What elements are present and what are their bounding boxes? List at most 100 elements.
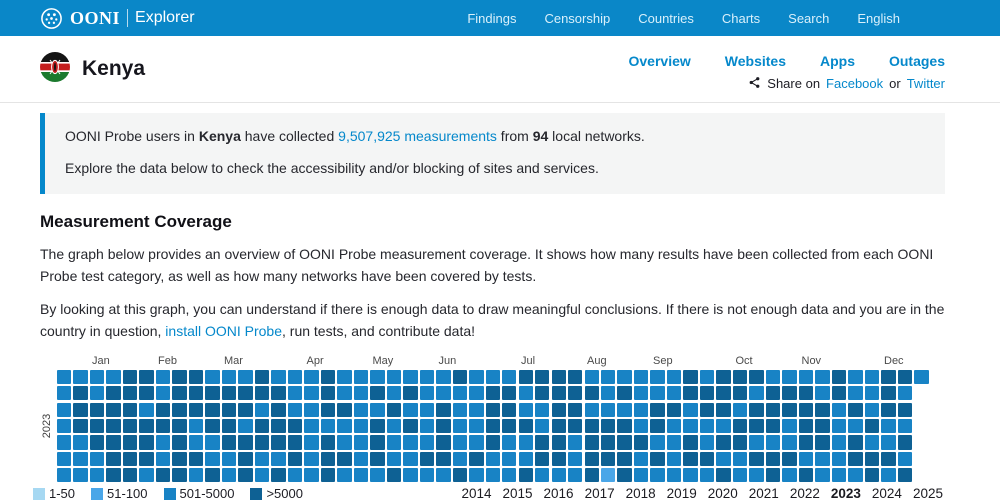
heatmap-cell[interactable] [73, 402, 88, 417]
heatmap-cell[interactable] [881, 468, 896, 483]
heatmap-cell[interactable] [271, 418, 286, 434]
heatmap-cell[interactable] [584, 451, 599, 466]
heatmap-cell[interactable] [188, 369, 204, 385]
heatmap-cell[interactable] [633, 369, 649, 385]
share-twitter-link[interactable]: Twitter [907, 76, 945, 91]
heatmap-cell[interactable] [535, 402, 550, 417]
year-option-2018[interactable]: 2018 [626, 486, 656, 501]
heatmap-cell[interactable] [584, 386, 599, 401]
heatmap-cell[interactable] [502, 468, 517, 483]
heatmap-cell[interactable] [73, 418, 88, 434]
heatmap-cell[interactable] [139, 369, 154, 385]
heatmap-cell[interactable] [881, 418, 896, 434]
heatmap-cell[interactable] [485, 418, 500, 434]
heatmap-cell[interactable] [864, 451, 880, 466]
heatmap-cell[interactable] [106, 386, 121, 401]
heatmap-cell[interactable] [699, 386, 715, 401]
heatmap-cell[interactable] [881, 369, 896, 385]
heatmap-cell[interactable] [716, 386, 731, 401]
heatmap-cell[interactable] [304, 451, 319, 466]
heatmap-cell[interactable] [386, 468, 402, 483]
heatmap-cell[interactable] [485, 468, 500, 483]
heatmap-cell[interactable] [155, 386, 171, 401]
heatmap-cell[interactable] [518, 435, 533, 450]
heatmap-cell[interactable] [782, 402, 797, 417]
heatmap-cell[interactable] [485, 402, 500, 417]
heatmap-cell[interactable] [271, 435, 286, 450]
heatmap-cell[interactable] [617, 435, 632, 450]
heatmap-cell[interactable] [89, 435, 105, 450]
heatmap-cell[interactable] [617, 386, 632, 401]
heatmap-cell[interactable] [254, 451, 270, 466]
heatmap-cell[interactable] [89, 402, 105, 417]
heatmap-cell[interactable] [57, 402, 72, 417]
heatmap-cell[interactable] [238, 369, 253, 385]
heatmap-cell[interactable] [436, 435, 451, 450]
heatmap-cell[interactable] [370, 468, 385, 483]
heatmap-cell[interactable] [287, 369, 303, 385]
heatmap-cell[interactable] [320, 435, 336, 450]
heatmap-cell[interactable] [650, 418, 665, 434]
heatmap-cell[interactable] [568, 386, 583, 401]
heatmap-cell[interactable] [666, 402, 682, 417]
heatmap-cell[interactable] [205, 402, 220, 417]
heatmap-cell[interactable] [386, 369, 402, 385]
heatmap-cell[interactable] [452, 435, 468, 450]
heatmap-cell[interactable] [848, 402, 863, 417]
heatmap-cell[interactable] [320, 386, 336, 401]
heatmap-cell[interactable] [57, 386, 72, 401]
year-option-2015[interactable]: 2015 [502, 486, 532, 501]
heatmap-cell[interactable] [782, 386, 797, 401]
heatmap-cell[interactable] [732, 451, 748, 466]
heatmap-cell[interactable] [699, 369, 715, 385]
heatmap-cell[interactable] [815, 468, 830, 483]
heatmap-cell[interactable] [633, 468, 649, 483]
heatmap-cell[interactable] [370, 369, 385, 385]
heatmap-cell[interactable] [864, 468, 880, 483]
heatmap-cell[interactable] [502, 418, 517, 434]
heatmap-cell[interactable] [897, 418, 913, 434]
heatmap-cell[interactable] [155, 468, 171, 483]
heatmap-cell[interactable] [155, 402, 171, 417]
heatmap-cell[interactable] [287, 418, 303, 434]
heatmap-cell[interactable] [716, 468, 731, 483]
heatmap-cell[interactable] [584, 435, 599, 450]
heatmap-cell[interactable] [831, 468, 847, 483]
heatmap-cell[interactable] [568, 451, 583, 466]
heatmap-cell[interactable] [633, 435, 649, 450]
heatmap-cell[interactable] [881, 402, 896, 417]
heatmap-cell[interactable] [106, 369, 121, 385]
year-option-2025[interactable]: 2025 [913, 486, 943, 501]
heatmap-cell[interactable] [122, 369, 138, 385]
heatmap-cell[interactable] [419, 386, 435, 401]
heatmap-cell[interactable] [238, 468, 253, 483]
heatmap-cell[interactable] [386, 451, 402, 466]
heatmap-cell[interactable] [320, 451, 336, 466]
heatmap-cell[interactable] [436, 402, 451, 417]
heatmap-cell[interactable] [304, 386, 319, 401]
heatmap-cell[interactable] [666, 451, 682, 466]
heatmap-cell[interactable] [370, 386, 385, 401]
heatmap-cell[interactable] [502, 435, 517, 450]
heatmap-cell[interactable] [518, 468, 533, 483]
nav-item-search[interactable]: Search [788, 11, 829, 26]
heatmap-cell[interactable] [633, 418, 649, 434]
heatmap-cell[interactable] [683, 451, 698, 466]
heatmap-cell[interactable] [57, 369, 72, 385]
heatmap-cell[interactable] [106, 418, 121, 434]
heatmap-cell[interactable] [765, 418, 781, 434]
heatmap-cell[interactable] [304, 369, 319, 385]
heatmap-cell[interactable] [271, 402, 286, 417]
heatmap-cell[interactable] [749, 435, 764, 450]
heatmap-cell[interactable] [320, 402, 336, 417]
heatmap-cell[interactable] [485, 386, 500, 401]
year-option-2017[interactable]: 2017 [585, 486, 615, 501]
heatmap-cell[interactable] [452, 468, 468, 483]
heatmap-cell[interactable] [831, 369, 847, 385]
heatmap-cell[interactable] [815, 451, 830, 466]
heatmap-cell[interactable] [584, 418, 599, 434]
heatmap-cell[interactable] [502, 402, 517, 417]
heatmap-cell[interactable] [337, 402, 352, 417]
heatmap-cell[interactable] [897, 451, 913, 466]
heatmap-cell[interactable] [238, 451, 253, 466]
